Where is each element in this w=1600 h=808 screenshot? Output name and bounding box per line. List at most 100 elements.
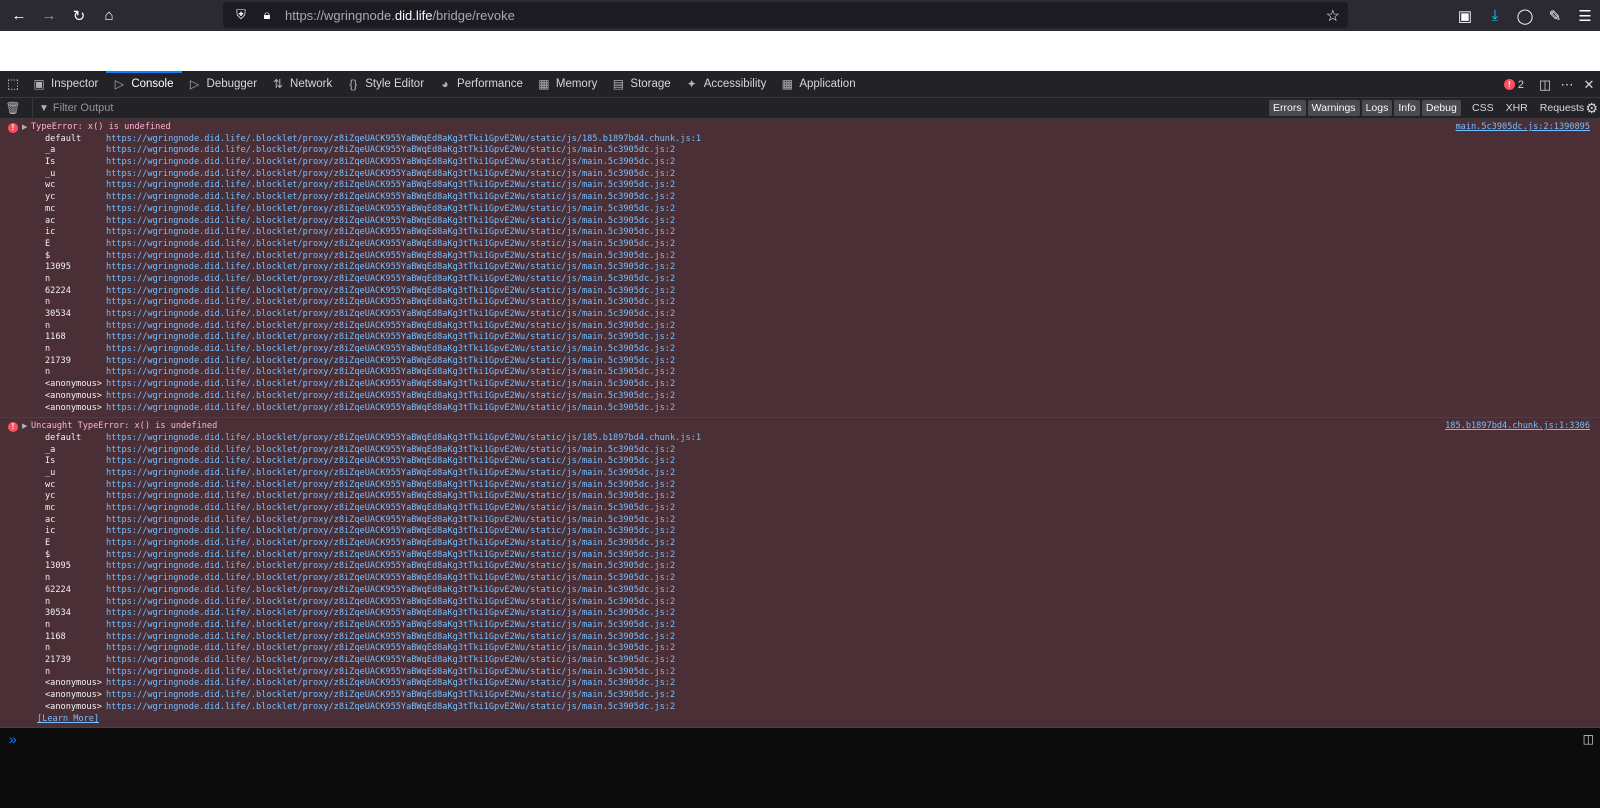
frame-source-link[interactable]: https://wgringnode.did.life/.blocklet/pr… — [106, 145, 675, 157]
frame-function-name: n — [45, 273, 51, 284]
frame-source-link[interactable]: https://wgringnode.did.life/.blocklet/pr… — [106, 597, 675, 609]
expand-arrow-icon[interactable]: ▶ — [22, 122, 27, 134]
frame-source-link[interactable]: https://wgringnode.did.life/.blocklet/pr… — [106, 503, 675, 515]
download-icon[interactable]: ⤓ — [1480, 1, 1510, 31]
url-text[interactable]: https://wgringnode.did.life/bridge/revok… — [285, 8, 515, 23]
tab-style-editor[interactable]: {} Style Editor — [340, 71, 432, 98]
frame-source-link[interactable]: https://wgringnode.did.life/.blocklet/pr… — [106, 169, 675, 181]
filter-errors-button[interactable]: Errors — [1269, 100, 1306, 116]
pocket-icon[interactable]: ▣ — [1450, 1, 1480, 31]
message-source-link[interactable]: 185.b1897bd4.chunk.js:1:3306 — [1445, 421, 1590, 433]
filter-logs-button[interactable]: Logs — [1361, 100, 1393, 116]
frame-source-link[interactable]: https://wgringnode.did.life/.blocklet/pr… — [106, 667, 675, 679]
frame-source-link[interactable]: https://wgringnode.did.life/.blocklet/pr… — [106, 608, 675, 620]
frame-source-link[interactable]: https://wgringnode.did.life/.blocklet/pr… — [106, 620, 675, 632]
tab-accessibility[interactable]: ✦ Accessibility — [679, 71, 775, 98]
frame-source-link[interactable]: https://wgringnode.did.life/.blocklet/pr… — [106, 561, 675, 573]
frame-source-link[interactable]: https://wgringnode.did.life/.blocklet/pr… — [106, 309, 675, 321]
learn-more-link[interactable]: [Learn More] — [37, 714, 99, 724]
frame-source-link[interactable]: https://wgringnode.did.life/.blocklet/pr… — [106, 134, 701, 146]
tab-network[interactable]: ⇅ Network — [265, 71, 340, 98]
frame-source-link[interactable]: https://wgringnode.did.life/.blocklet/pr… — [106, 515, 675, 527]
frame-source-link[interactable]: https://wgringnode.did.life/.blocklet/pr… — [106, 262, 675, 274]
frame-source-link[interactable]: https://wgringnode.did.life/.blocklet/pr… — [106, 332, 675, 344]
account-icon[interactable]: ◯ — [1510, 1, 1540, 31]
frame-source-link[interactable]: https://wgringnode.did.life/.blocklet/pr… — [106, 456, 675, 468]
console-input-line[interactable]: » ◫ — [0, 728, 1600, 750]
message-source-link[interactable]: main.5c3905dc.js:2:1390895 — [1455, 122, 1590, 134]
console-settings-gear-icon[interactable]: ⚙ — [1585, 98, 1598, 119]
shield-icon[interactable]: ⛨ — [233, 7, 249, 23]
frame-source-link[interactable]: https://wgringnode.did.life/.blocklet/pr… — [106, 297, 675, 309]
frame-source-link[interactable]: https://wgringnode.did.life/.blocklet/pr… — [106, 690, 675, 702]
frame-source-link[interactable]: https://wgringnode.did.life/.blocklet/pr… — [106, 480, 675, 492]
filter-xhr-button[interactable]: XHR — [1500, 100, 1534, 116]
frame-source-link[interactable]: https://wgringnode.did.life/.blocklet/pr… — [106, 468, 675, 480]
frame-source-link[interactable]: https://wgringnode.did.life/.blocklet/pr… — [106, 321, 675, 333]
frame-source-link[interactable]: https://wgringnode.did.life/.blocklet/pr… — [106, 274, 675, 286]
frame-source-link[interactable]: https://wgringnode.did.life/.blocklet/pr… — [106, 192, 675, 204]
frame-source-link[interactable]: https://wgringnode.did.life/.blocklet/pr… — [106, 344, 675, 356]
url-bar[interactable]: ⛨ 🔒︎ https://wgringnode.did.life/bridge/… — [223, 2, 1348, 28]
home-icon[interactable]: ⌂ — [94, 1, 124, 31]
frame-source-link[interactable]: https://wgringnode.did.life/.blocklet/pr… — [106, 356, 675, 368]
frame-source-link[interactable]: https://wgringnode.did.life/.blocklet/pr… — [106, 538, 675, 550]
menu-icon[interactable]: ☰ — [1570, 1, 1600, 31]
frame-source-link[interactable]: https://wgringnode.did.life/.blocklet/pr… — [106, 180, 675, 192]
frame-source-link[interactable]: https://wgringnode.did.life/.blocklet/pr… — [106, 251, 675, 263]
close-devtools-icon[interactable]: ✕ — [1578, 71, 1600, 98]
bookmark-star-icon[interactable]: ☆ — [1326, 6, 1340, 26]
tab-label: Inspector — [51, 78, 99, 90]
frame-source-link[interactable]: https://wgringnode.did.life/.blocklet/pr… — [106, 379, 675, 391]
frame-function-name: mc — [45, 503, 56, 513]
frame-source-link[interactable]: https://wgringnode.did.life/.blocklet/pr… — [106, 573, 675, 585]
frame-source-link[interactable]: https://wgringnode.did.life/.blocklet/pr… — [106, 391, 675, 403]
expand-arrow-icon[interactable]: ▶ — [22, 421, 27, 433]
frame-source-link[interactable]: https://wgringnode.did.life/.blocklet/pr… — [106, 585, 675, 597]
tab-application[interactable]: ▦ Application — [774, 71, 863, 98]
tab-storage[interactable]: ▤ Storage — [605, 71, 678, 98]
frame-source-link[interactable]: https://wgringnode.did.life/.blocklet/pr… — [106, 632, 675, 644]
editor-mode-toggle-icon[interactable]: ◫ — [1583, 732, 1594, 746]
frame-source-link[interactable]: https://wgringnode.did.life/.blocklet/pr… — [106, 526, 675, 538]
frame-source-link[interactable]: https://wgringnode.did.life/.blocklet/pr… — [106, 239, 675, 251]
frame-source-link[interactable]: https://wgringnode.did.life/.blocklet/pr… — [106, 367, 675, 379]
back-arrow-icon[interactable]: ← — [4, 1, 34, 31]
frame-source-link[interactable]: https://wgringnode.did.life/.blocklet/pr… — [106, 702, 675, 714]
filter-info-button[interactable]: Info — [1394, 100, 1420, 116]
tab-console[interactable]: ▷ Console — [106, 70, 182, 98]
frame-source-link[interactable]: https://wgringnode.did.life/.blocklet/pr… — [106, 227, 675, 239]
frame-source-link[interactable]: https://wgringnode.did.life/.blocklet/pr… — [106, 157, 675, 169]
frame-source-link[interactable]: https://wgringnode.did.life/.blocklet/pr… — [106, 204, 675, 216]
frame-function-name: _u — [45, 467, 56, 478]
frame-source-link[interactable]: https://wgringnode.did.life/.blocklet/pr… — [106, 445, 675, 457]
frame-source-link[interactable]: https://wgringnode.did.life/.blocklet/pr… — [106, 655, 675, 667]
performance-icon: ◕ — [441, 77, 449, 91]
error-count-badge[interactable]: ! 2 — [1503, 79, 1524, 91]
forward-arrow-icon[interactable]: → — [34, 1, 64, 31]
frame-source-link[interactable]: https://wgringnode.did.life/.blocklet/pr… — [106, 433, 701, 445]
filter-css-button[interactable]: CSS — [1466, 100, 1500, 116]
frame-source-link[interactable]: https://wgringnode.did.life/.blocklet/pr… — [106, 216, 675, 228]
lock-icon[interactable]: 🔒︎ — [259, 7, 275, 23]
tab-debugger[interactable]: ▷ Debugger — [182, 71, 266, 98]
frame-source-link[interactable]: https://wgringnode.did.life/.blocklet/pr… — [106, 550, 675, 562]
more-options-icon[interactable]: ⋯ — [1556, 71, 1578, 98]
filter-requests-button[interactable]: Requests — [1534, 100, 1590, 116]
frame-source-link[interactable]: https://wgringnode.did.life/.blocklet/pr… — [106, 643, 675, 655]
tab-inspector[interactable]: ▣ Inspector — [26, 71, 106, 98]
filter-debug-button[interactable]: Debug — [1421, 100, 1461, 116]
frame-source-link[interactable]: https://wgringnode.did.life/.blocklet/pr… — [106, 678, 675, 690]
element-picker-icon[interactable]: ⬚ — [0, 71, 26, 98]
responsive-design-icon[interactable]: ◫ — [1534, 71, 1556, 98]
extensions-icon[interactable]: ✎ — [1540, 1, 1570, 31]
tab-performance[interactable]: ◕ Performance — [432, 71, 531, 98]
filter-warnings-button[interactable]: Warnings — [1307, 100, 1360, 116]
reload-icon[interactable]: ↻ — [64, 1, 94, 31]
trash-icon[interactable]: 🗑︎ — [0, 101, 26, 115]
frame-source-link[interactable]: https://wgringnode.did.life/.blocklet/pr… — [106, 491, 675, 503]
tab-memory[interactable]: ▦ Memory — [531, 71, 606, 98]
frame-source-link[interactable]: https://wgringnode.did.life/.blocklet/pr… — [106, 403, 675, 415]
frame-source-link[interactable]: https://wgringnode.did.life/.blocklet/pr… — [106, 286, 675, 298]
filter-output-input[interactable] — [52, 102, 353, 114]
